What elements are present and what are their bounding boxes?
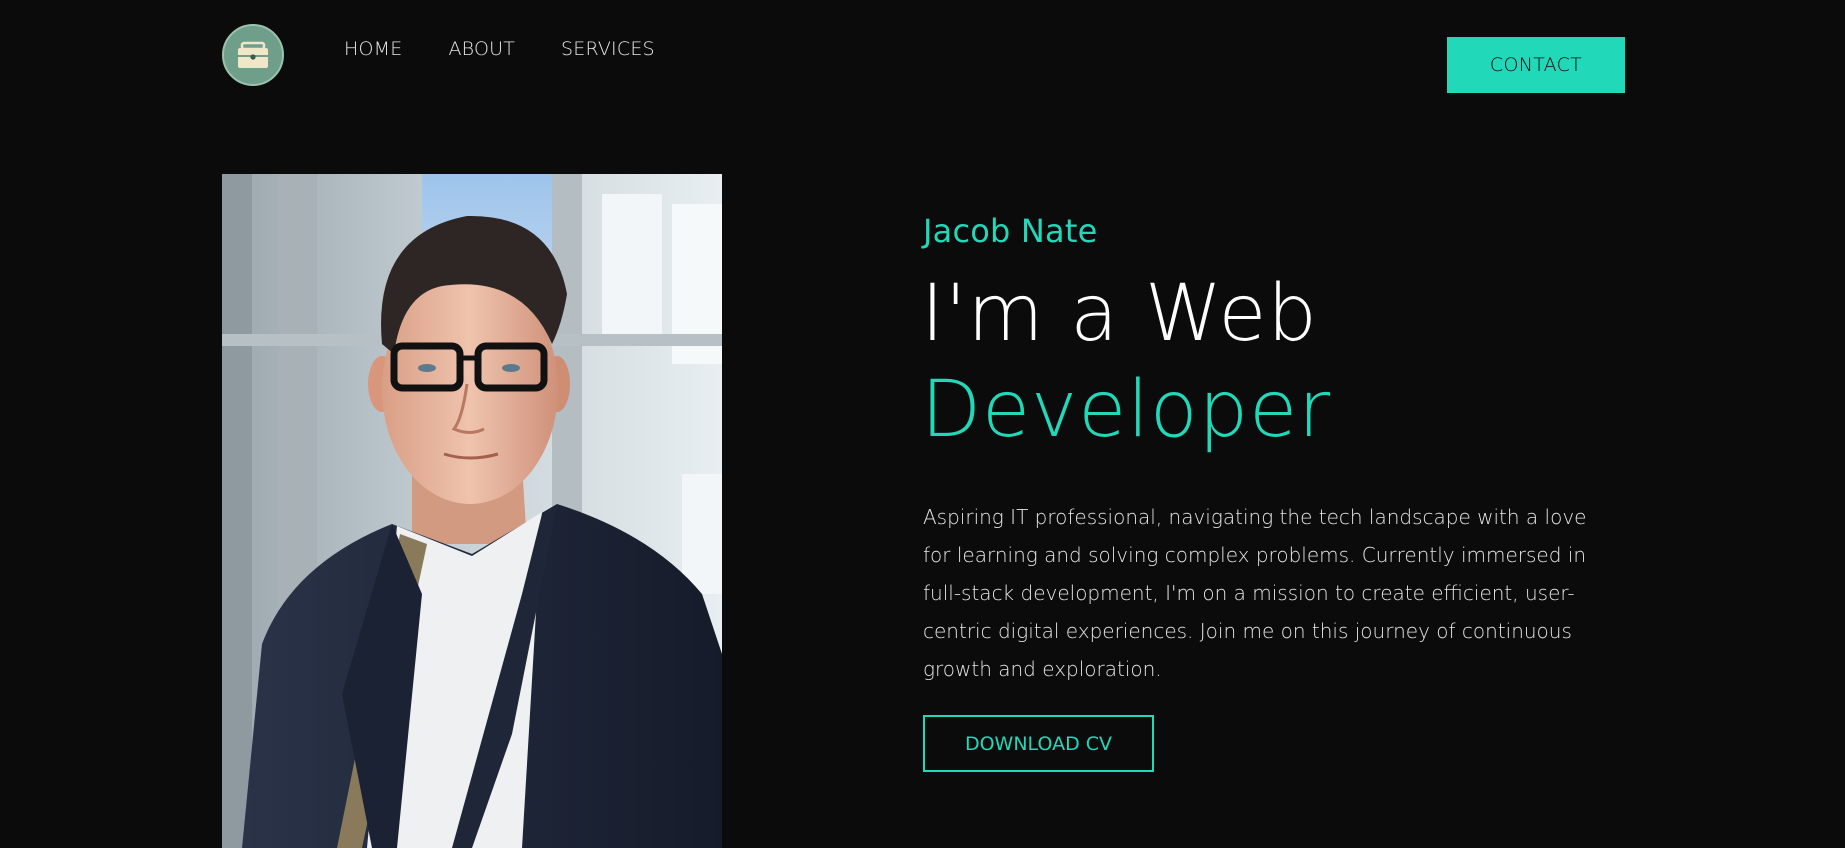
main-nav: HOME ABOUT SERVICES	[344, 38, 655, 60]
nav-about-link[interactable]: ABOUT	[448, 38, 515, 60]
nav-home-link[interactable]: HOME	[344, 38, 402, 60]
contact-button[interactable]: CONTACT	[1447, 37, 1625, 93]
download-cv-button[interactable]: DOWNLOAD CV	[923, 715, 1154, 772]
nav-services-link[interactable]: SERVICES	[561, 38, 655, 60]
hero-name: Jacob Nate	[923, 212, 1098, 250]
briefcase-icon	[238, 41, 268, 68]
hero-description: Aspiring IT professional, navigating the…	[923, 505, 1587, 681]
hero-headline-line1: I'm a Web	[921, 269, 1318, 359]
hero-headline-line2: Developer	[921, 365, 1332, 455]
profile-photo	[222, 174, 722, 848]
logo[interactable]	[222, 24, 284, 86]
